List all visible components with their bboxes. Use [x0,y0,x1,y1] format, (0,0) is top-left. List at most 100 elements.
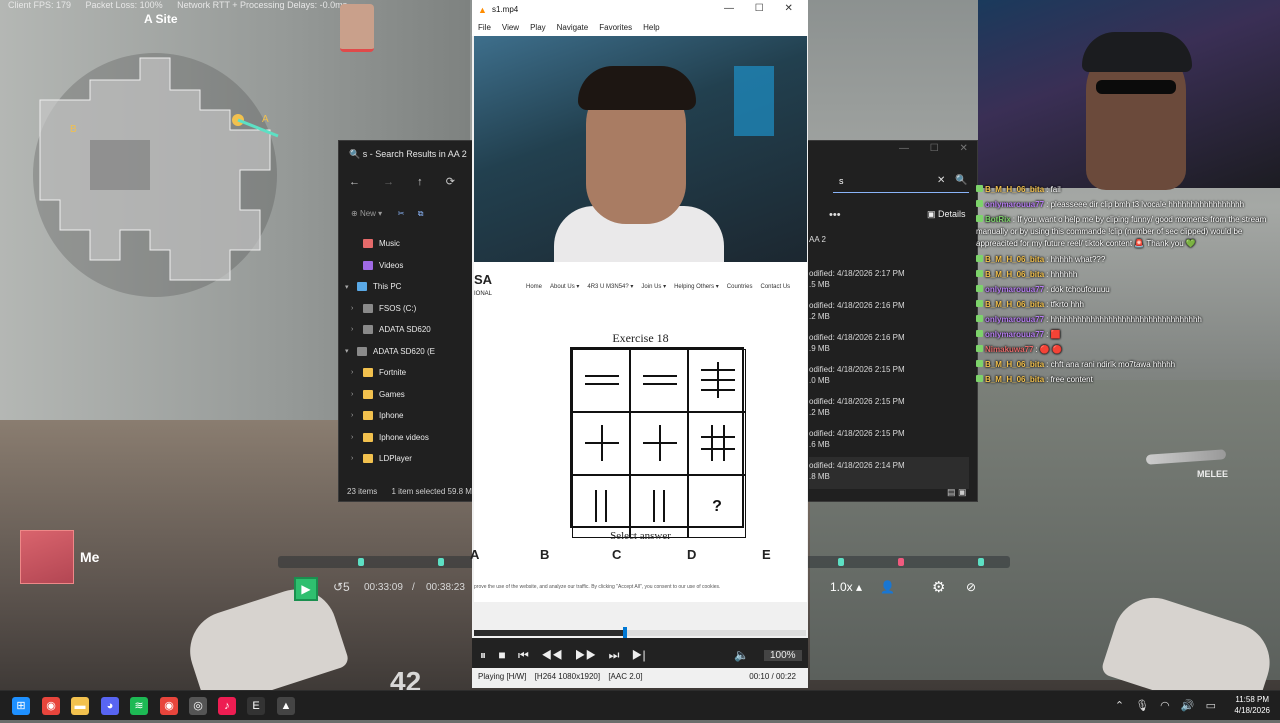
clip-marker[interactable] [898,558,904,566]
up-arrow-icon[interactable]: ↑ [417,176,423,188]
option-b[interactable]: B [540,547,549,562]
battery-icon[interactable]: ▭ [1206,700,1216,712]
website-nav-item[interactable]: Countries [727,284,753,290]
vlc-window-controls[interactable]: — ☐ ✕ [724,3,793,14]
clip-marker[interactable] [978,558,984,566]
forward-arrow-icon[interactable]: → [383,176,394,188]
chat-username[interactable]: B_M_H_06_bita [985,185,1044,194]
details-button[interactable]: ▣ Details [927,209,966,220]
vlc-menu-item[interactable]: File [478,23,491,32]
chat-username[interactable]: B_M_H_06_bita [985,300,1044,309]
website-nav-item[interactable]: Home [526,284,542,290]
nav-tree-item[interactable]: › FSOS (C:) [339,298,474,320]
file-row[interactable]: odified: 4/18/2026 2:15 PM .6 MB [809,425,969,457]
back-arrow-icon[interactable]: ← [349,176,360,188]
chat-username[interactable]: BotRix [985,215,1011,224]
wifi-icon[interactable]: ◠ [1160,700,1170,712]
next-icon[interactable]: ⏭ [609,648,620,662]
vlc-seek-bar[interactable] [474,627,806,638]
spotify-icon[interactable]: ≋ [130,697,148,715]
hide-eye-icon[interactable]: ⊘ [966,580,976,594]
pause-icon[interactable]: ⏸ [480,648,486,662]
nav-tree-item[interactable]: › LDPlayer [339,448,474,470]
clip-marker[interactable] [358,558,364,566]
website-nav-item[interactable]: Contact Us [760,284,790,290]
replay-5-icon[interactable]: ↺5 [333,580,350,594]
volume-level[interactable]: 100% [764,650,802,661]
volume-tray-icon[interactable]: 🔊 [1181,700,1195,712]
clip-marker[interactable] [838,558,844,566]
nav-tree-item[interactable]: ▾ This PC [339,276,474,298]
expand-chevron-icon[interactable]: › [351,434,363,441]
stop-icon[interactable]: ■ [498,648,505,662]
chat-username[interactable]: B_M_H_06_bita [985,255,1044,264]
nav-tree-item[interactable]: › Games [339,384,474,406]
discord-icon[interactable]: ◕ [101,697,119,715]
expand-chevron-icon[interactable]: › [351,391,363,398]
chrome-alt-icon[interactable]: ◉ [160,697,178,715]
epic-icon[interactable]: E [247,697,265,715]
expand-chevron-icon[interactable]: › [351,369,363,376]
explorer-window-controls[interactable]: — ☐ ✕ [899,143,968,154]
file-row[interactable]: odified: 4/18/2026 2:16 PM .2 MB [809,297,969,329]
chat-username[interactable]: B_M_H_06_bita [985,375,1044,384]
new-button[interactable]: ⊕ New ▾ ✂ ⧉ [351,209,424,219]
gear-icon[interactable]: ⚙ [932,578,945,596]
expand-chevron-icon[interactable]: › [351,412,363,419]
vlc-seek-handle[interactable] [622,627,627,638]
clip-speed-selector[interactable]: 1.0x ▴ [830,580,862,594]
website-nav-item[interactable]: Join Us ▾ [641,284,666,290]
forward-icon[interactable]: ▶▶ [575,648,596,662]
vlc-menu-item[interactable]: View [502,23,519,32]
website-nav-item[interactable]: 4R3 U M3N54? ▾ [587,284,633,290]
nav-tree-item[interactable]: › Iphone videos [339,427,474,449]
website-nav-item[interactable]: About Us ▾ [550,284,579,290]
refresh-icon[interactable]: ⟳ [446,176,455,188]
chat-username[interactable]: onlymarouua77 [985,330,1044,339]
file-row[interactable]: odified: 4/18/2026 2:17 PM .5 MB [809,265,969,297]
microphone-icon[interactable]: 🎙 [1135,700,1149,712]
chat-username[interactable]: onlymarouua77 [985,285,1044,294]
file-row[interactable]: odified: 4/18/2026 2:14 PM .8 MB [809,457,969,489]
website-nav-item[interactable]: Helping Others ▾ [674,284,719,290]
option-a[interactable]: A [470,547,479,562]
nav-tree-item[interactable]: › ADATA SD620 [339,319,474,341]
chat-username[interactable]: Nimakuwa77 [985,345,1033,354]
obs-icon[interactable]: ◎ [189,697,207,715]
nav-tree-item[interactable]: Videos [339,255,474,277]
vlc-taskbar-icon[interactable]: ▲ [277,697,295,715]
system-tray[interactable]: ⌃ 🎙 ◠ 🔊 ▭ [1115,699,1216,712]
nav-tree-item[interactable]: ▾ ADATA SD620 (E [339,341,474,363]
file-row[interactable]: odified: 4/18/2026 2:15 PM .0 MB [809,361,969,393]
more-options-icon[interactable]: ••• [829,209,841,221]
expand-chevron-icon[interactable]: › [351,326,363,333]
vlc-video-area[interactable]: SA IONAL Home About Us ▾ 4R3 U M3N54? ▾ Join… [470,36,807,602]
expand-chevron-icon[interactable]: ▾ [345,283,357,291]
nav-tree-item[interactable]: › Fortnite [339,362,474,384]
clip-marker[interactable] [438,558,444,566]
file-row[interactable]: odified: 4/18/2026 2:15 PM .2 MB [809,393,969,425]
chat-username[interactable]: B_M_H_06_bita [985,270,1044,279]
clear-search-icon[interactable]: ✕ [937,175,945,186]
taskbar-clock[interactable]: 11:58 PM 4/18/2026 [1234,694,1270,716]
expand-chevron-icon[interactable]: › [351,455,363,462]
chat-username[interactable]: onlymarouua77 [985,200,1044,209]
tiktok-icon[interactable]: ♪ [218,697,236,715]
explorer-nav-buttons[interactable]: ← → ↑ ⟳ [349,175,455,188]
vlc-menu-item[interactable]: Favorites [599,23,632,32]
clip-play-button[interactable]: ▶ [294,577,318,601]
file-explorer-icon[interactable]: ▬ [71,697,89,715]
windows-start-icon[interactable]: ⊞ [12,697,30,715]
tray-chevron-icon[interactable]: ⌃ [1115,700,1124,712]
previous-icon[interactable]: ⏮ [518,648,529,662]
search-submit-icon[interactable]: 🔍 [955,175,967,186]
file-row[interactable]: odified: 4/18/2026 2:16 PM .9 MB [809,329,969,361]
chat-username[interactable]: onlymarouua77 [985,315,1044,324]
explorer-search-input[interactable]: s [833,171,969,193]
option-d[interactable]: D [687,547,696,562]
volume-icon[interactable]: 🔈 [734,648,749,662]
frame-step-icon[interactable]: ▶| [632,648,646,662]
chat-username[interactable]: B_M_H_06_bita [985,360,1044,369]
person-icon[interactable]: 👤 [880,580,895,594]
vlc-menu-item[interactable]: Play [530,23,546,32]
